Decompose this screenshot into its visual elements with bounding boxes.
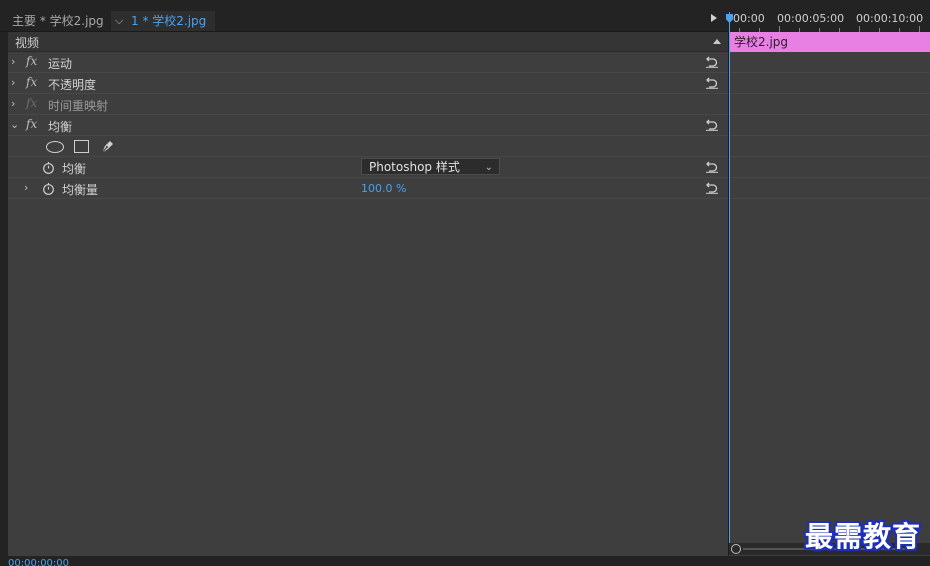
timeline-row <box>729 136 930 157</box>
collapse-up-icon[interactable] <box>713 39 721 44</box>
dropdown-value: Photoshop 样式 <box>369 160 460 174</box>
effect-row-equalize[interactable]: ⌄ fx 均衡 <box>8 115 728 136</box>
play-only-icon[interactable] <box>711 14 717 22</box>
effect-name: 时间重映射 <box>48 99 109 113</box>
stopwatch-icon[interactable] <box>42 161 55 174</box>
reset-icon[interactable] <box>705 54 719 68</box>
video-section-label: 视频 <box>15 36 40 50</box>
chevron-right-icon[interactable]: › <box>24 181 28 194</box>
property-label: 均衡 <box>62 162 87 176</box>
mini-timeline[interactable]: 00:00 00:00:05:00 00:00:10:00 学校2.jpg <box>726 8 930 556</box>
fx-icon[interactable]: fx <box>26 75 37 89</box>
reset-icon[interactable] <box>705 75 719 89</box>
reset-icon[interactable] <box>705 159 719 173</box>
pen-mask-icon[interactable] <box>100 138 116 154</box>
timeline-clip[interactable]: 学校2.jpg <box>729 32 930 52</box>
chevron-down-icon[interactable]: ⌵ <box>115 11 123 31</box>
property-row-equalize: 均衡 Photoshop 样式 ⌄ <box>8 157 728 178</box>
fx-icon: fx <box>26 96 38 110</box>
property-label: 均衡量 <box>62 183 99 197</box>
video-section-header[interactable]: 视频 <box>8 32 728 52</box>
effect-row-opacity[interactable]: › fx 不透明度 <box>8 73 728 94</box>
chevron-down-icon[interactable]: ⌄ <box>10 118 19 131</box>
ruler-timecode: 00:00 <box>733 12 765 25</box>
tab-main-sequence[interactable]: 主要 * 学校2.jpg <box>12 11 104 31</box>
chevron-right-icon[interactable]: › <box>11 97 15 110</box>
fx-icon[interactable]: fx <box>26 54 37 68</box>
ellipse-mask-icon[interactable] <box>46 141 64 153</box>
timeline-row <box>729 178 930 199</box>
stopwatch-icon[interactable] <box>42 182 55 195</box>
timeline-row <box>729 52 930 73</box>
time-ruler[interactable]: 00:00 00:00:05:00 00:00:10:00 <box>729 8 930 32</box>
timeline-row <box>729 94 930 115</box>
equalize-amount-value[interactable]: 100.0 % <box>361 182 406 195</box>
status-bar: 00:00:00:00 <box>0 556 930 566</box>
fx-icon[interactable]: fx <box>26 117 37 131</box>
tab-clip-label: 1 * 学校2.jpg <box>131 14 207 28</box>
reset-icon[interactable] <box>705 180 719 194</box>
effect-row-motion[interactable]: › fx 运动 <box>8 52 728 73</box>
chevron-right-icon[interactable]: › <box>11 55 15 68</box>
current-timecode[interactable]: 00:00:00:00 <box>8 559 69 566</box>
timeline-row <box>729 115 930 136</box>
property-row-equalize-amount: › 均衡量 100.0 % <box>8 178 728 199</box>
reset-icon[interactable] <box>705 117 719 131</box>
effect-name: 不透明度 <box>48 78 97 92</box>
playhead-line[interactable] <box>729 12 730 552</box>
watermark: 最需教育 <box>805 520 922 553</box>
chevron-right-icon[interactable]: › <box>11 76 15 89</box>
ruler-timecode: 00:00:05:00 <box>777 12 845 25</box>
scroll-handle[interactable] <box>731 544 741 554</box>
effect-row-time-remapping[interactable]: › fx 时间重映射 <box>8 94 728 115</box>
panel-tab-bar: 主要 * 学校2.jpg ⌵ 1 * 学校2.jpg <box>0 8 728 32</box>
chevron-down-icon: ⌄ <box>484 162 493 173</box>
equalize-style-dropdown[interactable]: Photoshop 样式 ⌄ <box>361 158 500 175</box>
effect-controls-panel: 视频 › fx 运动 › fx 不透明度 › fx 时间重映射 ⌄ fx 均衡 <box>8 32 729 556</box>
effect-name: 均衡 <box>48 120 73 134</box>
tab-clip[interactable]: ⌵ 1 * 学校2.jpg <box>111 11 215 31</box>
effect-name: 运动 <box>48 57 73 71</box>
ruler-timecode: 00:00:10:00 <box>856 12 924 25</box>
mask-tools-row <box>8 136 728 157</box>
timeline-row <box>729 157 930 178</box>
rectangle-mask-icon[interactable] <box>74 140 89 153</box>
timeline-row <box>729 73 930 94</box>
